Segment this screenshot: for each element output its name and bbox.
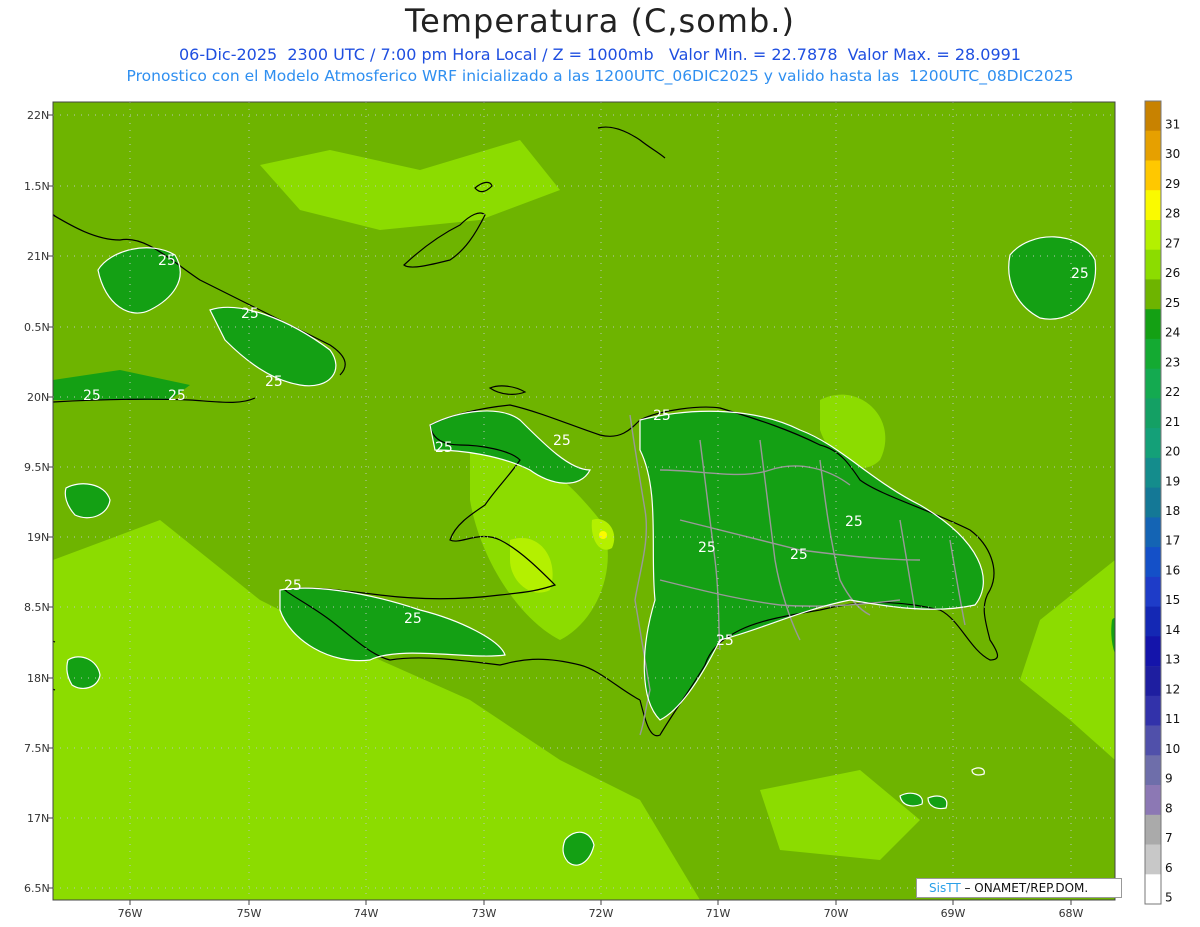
colorbar-label: 6 [1165,861,1173,875]
colorbar-label: 22 [1165,385,1180,399]
colorbar-label: 18 [1165,504,1180,518]
colorbar-swatch [1145,636,1161,667]
lon-tick: 74W [354,907,379,920]
colorbar-swatch [1145,666,1161,697]
colorbar-label: 11 [1165,712,1180,726]
colorbar-label: 28 [1165,207,1180,221]
colorbar-label: 24 [1165,326,1180,340]
temperature-field: 25 25 25 25 25 25 25 25 25 25 25 25 25 2… [53,102,1115,900]
colorbar-swatch [1145,249,1161,280]
lat-tick: 20N [27,391,49,404]
colorbar-swatch [1145,220,1161,251]
colorbar-swatch [1145,844,1161,875]
temperature-map: 25 25 25 25 25 25 25 25 25 25 25 25 25 2… [24,100,1180,920]
lat-tick: 18N [27,672,49,685]
colorbar-swatch [1145,160,1161,191]
contour-label: 25 [284,578,302,594]
colorbar-swatch [1145,368,1161,399]
lat-tick: 9.5N [24,461,50,474]
colorbar-label: 26 [1165,266,1180,280]
lon-tick: 71W [706,907,731,920]
colorbar-label: 12 [1165,682,1180,696]
lat-tick: 6.5N [24,882,50,895]
colorbar-label: 31 [1165,117,1180,131]
contour-label: 25 [1071,266,1089,282]
colorbar-label: 25 [1165,296,1180,310]
lat-tick: 21N [27,250,49,263]
colorbar-swatch [1145,487,1161,518]
colorbar-swatch [1145,874,1161,905]
colorbar-label: 13 [1165,653,1180,667]
colorbar-swatch [1145,695,1161,726]
contour-label: 25 [158,253,176,269]
lon-axis: 76W 75W 74W 73W 72W 71W 70W 69W 68W [118,907,1084,920]
colorbar-swatch [1145,755,1161,786]
colorbar-label: 19 [1165,474,1180,488]
colorbar-swatch [1145,309,1161,340]
contour-label: 25 [404,611,422,627]
lat-tick: 1.5N [24,180,50,193]
colorbar-swatch [1145,101,1161,132]
lon-tick: 69W [941,907,966,920]
colorbar-swatch [1145,517,1161,548]
contour-label: 25 [435,440,453,456]
credit-box: SisTT – ONAMET/REP.DOM. [916,878,1122,898]
lat-tick: 7.5N [24,742,50,755]
colorbar-label: 5 [1165,891,1173,905]
colorbar-swatch [1145,606,1161,637]
colorbar-swatch [1145,130,1161,161]
colorbar-swatch [1145,190,1161,221]
colorbar-label: 16 [1165,564,1180,578]
lat-tick: 22N [27,109,49,122]
colorbar-label: 8 [1165,801,1173,815]
credit-brand: SisTT [929,881,961,895]
colorbar-label: 27 [1165,236,1180,250]
colorbar-label: 20 [1165,445,1180,459]
colorbar-swatch [1145,547,1161,578]
colorbar-swatch [1145,279,1161,310]
contour-label: 25 [83,388,101,404]
contour-label: 25 [653,408,671,424]
lon-tick: 76W [118,907,143,920]
colorbar-label: 30 [1165,147,1180,161]
colorbar-label: 14 [1165,623,1180,637]
contour-label: 25 [698,540,716,556]
lon-tick: 68W [1059,907,1084,920]
contour-label: 25 [790,547,808,563]
contour-label: 25 [845,514,863,530]
colorbar-swatch [1145,814,1161,845]
lon-tick: 72W [589,907,614,920]
colorbar-label: 9 [1165,772,1173,786]
lon-tick: 70W [824,907,849,920]
lat-axis: 22N 1.5N 21N 0.5N 20N 9.5N 19N 8.5N 18N … [24,109,50,895]
lat-tick: 19N [27,531,49,544]
colorbar-label: 21 [1165,415,1180,429]
temperature-colorbar: 31 30 29 28 27 26 25 24 23 22 21 20 19 18 17 16 15 14 13 12… [1144,100,1180,905]
contour-label: 25 [553,433,571,449]
colorbar-label: 29 [1165,177,1180,191]
contour-label: 25 [265,374,283,390]
colorbar-swatch [1145,398,1161,429]
contour-label: 25 [241,306,259,322]
colorbar-swatch [1145,457,1161,488]
contour-label: 25 [168,388,186,404]
colorbar-label: 10 [1165,742,1180,756]
lon-tick: 73W [472,907,497,920]
colorbar-label: 23 [1165,355,1180,369]
credit-text: – ONAMET/REP.DOM. [960,881,1089,895]
colorbar-swatch [1145,338,1161,369]
colorbar-swatch [1145,428,1161,459]
colorbar-label: 7 [1165,831,1173,845]
lat-tick: 0.5N [24,321,50,334]
contour-label: 25 [716,633,734,649]
colorbar-label: 17 [1165,534,1180,548]
colorbar-swatch [1145,785,1161,816]
colorbar-label: 15 [1165,593,1180,607]
lat-tick: 17N [27,812,49,825]
lat-tick: 8.5N [24,601,50,614]
lon-tick: 75W [237,907,262,920]
colorbar-swatch [1145,576,1161,607]
colorbar-swatch [1145,725,1161,756]
